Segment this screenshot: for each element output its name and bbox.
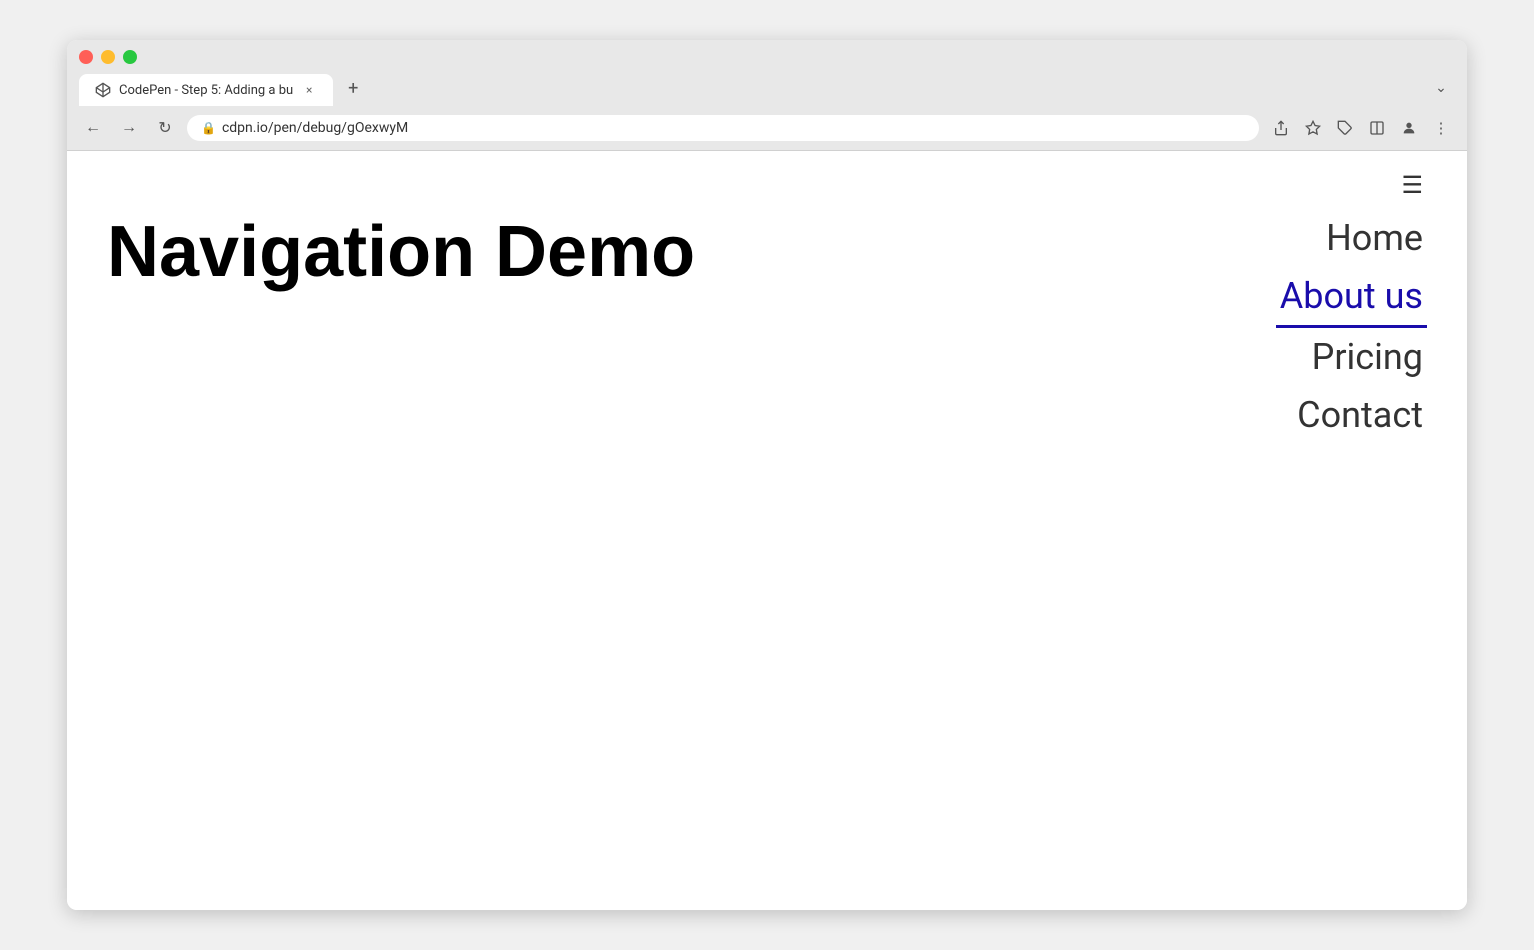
close-button[interactable]	[79, 50, 93, 64]
nav-link-pricing[interactable]: Pricing	[1308, 328, 1427, 386]
title-bar: CodePen - Step 5: Adding a bu × + ⌄	[67, 40, 1467, 106]
split-view-button[interactable]	[1363, 114, 1391, 142]
url-bar[interactable]: 🔒 cdpn.io/pen/debug/gOexwyM	[187, 115, 1259, 141]
new-tab-button[interactable]: +	[339, 74, 367, 102]
bookmark-button[interactable]	[1299, 114, 1327, 142]
nav-link-contact[interactable]: Contact	[1293, 386, 1427, 444]
nav-link-about[interactable]: About us	[1276, 267, 1427, 328]
hamburger-icon[interactable]: ☰	[1401, 171, 1423, 199]
maximize-button[interactable]	[123, 50, 137, 64]
share-button[interactable]	[1267, 114, 1295, 142]
forward-button[interactable]: →	[115, 114, 143, 142]
profile-button[interactable]	[1395, 114, 1423, 142]
page-title: Navigation Demo	[107, 211, 695, 293]
traffic-lights	[79, 50, 1455, 74]
page-content: Navigation Demo ☰ Home About us Pricing …	[67, 151, 1467, 910]
tab-bar: CodePen - Step 5: Adding a bu × + ⌄	[79, 74, 1455, 106]
browser-window: CodePen - Step 5: Adding a bu × + ⌄ ← → …	[67, 40, 1467, 910]
codepen-icon	[95, 82, 111, 98]
address-bar: ← → ↻ 🔒 cdpn.io/pen/debug/gOexwyM	[67, 106, 1467, 151]
minimize-button[interactable]	[101, 50, 115, 64]
lock-icon: 🔒	[201, 121, 216, 135]
reload-button[interactable]: ↻	[151, 114, 179, 142]
active-tab[interactable]: CodePen - Step 5: Adding a bu ×	[79, 74, 333, 106]
url-text: cdpn.io/pen/debug/gOexwyM	[222, 120, 1245, 136]
more-button[interactable]: ⋮	[1427, 114, 1455, 142]
extensions-button[interactable]	[1331, 114, 1359, 142]
address-bar-actions: ⋮	[1267, 114, 1455, 142]
back-button[interactable]: ←	[79, 114, 107, 142]
nav-link-home[interactable]: Home	[1322, 209, 1427, 267]
tab-dropdown-button[interactable]: ⌄	[1427, 74, 1455, 102]
tab-close-button[interactable]: ×	[301, 82, 317, 98]
nav-menu: ☰ Home About us Pricing Contact	[1276, 171, 1427, 444]
tab-title: CodePen - Step 5: Adding a bu	[119, 83, 293, 98]
